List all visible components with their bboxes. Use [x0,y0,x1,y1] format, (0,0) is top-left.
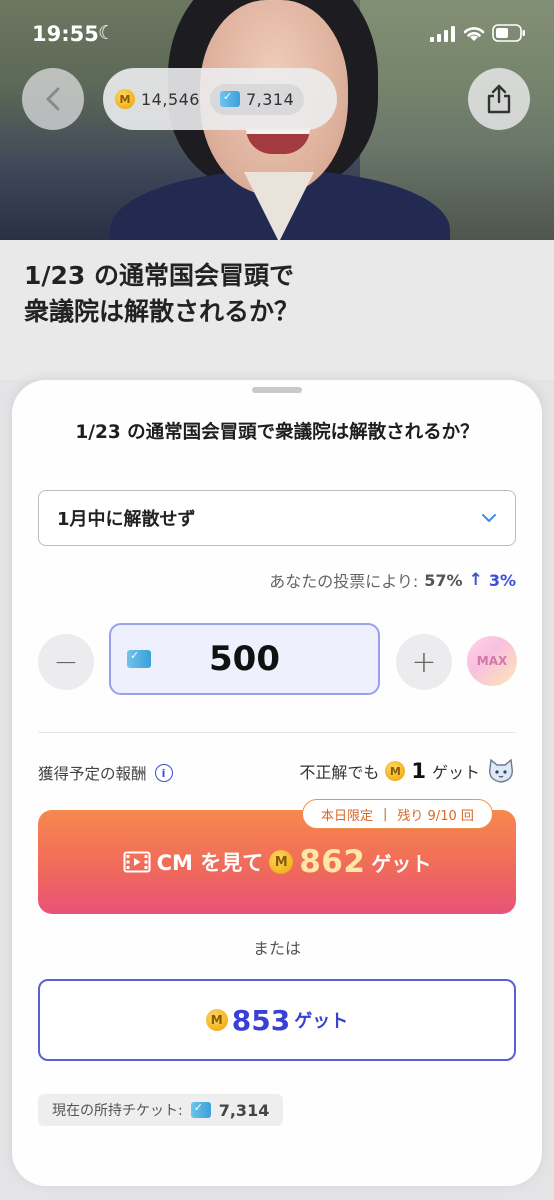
ticket-amount-input[interactable]: 500 [109,623,380,695]
cm-badge-separator: | [383,806,388,822]
reward-label: 獲得予定の報酬 i [38,762,173,784]
vote-effect-delta: 3% [488,570,516,590]
ticket-icon [127,649,151,668]
info-icon[interactable]: i [154,764,173,782]
cellular-signal-icon [430,26,455,42]
moon-icon: ☾ [98,22,116,44]
article-title: 1/23 の通常国会冒頭で 衆議院は解散されるか？ [24,258,524,330]
option-select[interactable]: 1月中に解散せず [38,490,516,546]
cat-mascot-icon [489,758,513,783]
consolation-prefix: 不正解でも [299,763,380,782]
divider [38,732,516,733]
vote-get-button[interactable]: M 853 ゲット [38,979,516,1061]
coin-balance: M 14,546 [115,89,200,109]
consolation-reward: 不正解でも M 1 ゲット [299,758,516,784]
chevron-down-icon [482,514,496,522]
decrement-button[interactable]: − [38,634,94,690]
ticket-balance: 7,314 [209,83,305,115]
arrow-up-icon: ↑ [468,570,483,590]
coin-icon: M [205,1009,228,1031]
status-bar: 19:55 ☾ [0,0,554,70]
page: 19:55 ☾ M 14,546 7,314 [0,0,554,1200]
vote-sheet: 1/23 の通常国会冒頭で衆議院は解散されるか？ 1月中に解散せず あなたの投票… [12,380,542,1186]
sheet-title: 1/23 の通常国会冒頭で衆議院は解散されるか？ [75,422,479,443]
ticket-chip-label: 現在の所持チケット: [52,1103,183,1119]
balance-pill: M 14,546 7,314 [103,68,337,130]
vote-effect-pct: 57% [424,570,463,590]
vote-get-suffix: ゲット [294,1011,349,1032]
coin-icon: M [115,89,135,109]
max-button[interactable]: MAX [467,636,517,686]
video-icon [123,851,151,873]
ticket-amount-value: 500 [209,639,280,679]
vote-effect: あなたの投票により: 57% ↑ 3% [269,568,516,592]
cm-button-amount: 862 [299,844,366,880]
battery-icon [492,24,525,42]
or-separator: または [252,939,301,958]
coin-icon: M [385,761,406,781]
cm-button-suffix: ゲット [371,851,432,876]
vote-effect-label: あなたの投票により: [269,572,419,591]
consolation-suffix: ゲット [431,763,480,782]
ticket-chip-value: 7,314 [218,1100,270,1120]
share-icon [487,84,511,114]
increment-button[interactable]: + [396,634,452,690]
cm-button-label: CM を見て [156,851,264,875]
current-ticket-chip: 現在の所持チケット: 7,314 [38,1094,284,1126]
coin-icon: M [269,850,294,874]
option-select-value: 1月中に解散せず [57,509,196,530]
ticket-icon [190,1101,211,1118]
back-button[interactable] [22,68,84,130]
coin-balance-value: 14,546 [141,89,200,109]
share-button[interactable] [468,68,530,130]
ticket-balance-value: 7,314 [245,89,295,109]
ticket-icon [219,90,240,107]
article-title-line1: 1/23 の通常国会冒頭で [24,261,295,290]
vote-get-amount: 853 [231,1003,291,1037]
wifi-icon [463,27,485,41]
reward-label-text: 獲得予定の報酬 [38,765,147,783]
sheet-drag-handle[interactable] [252,387,302,393]
cm-badge-remaining: 残り 9/10 回 [397,808,474,824]
chevron-left-icon [46,87,60,111]
status-time: 19:55 [32,22,99,46]
cm-badge-today: 本日限定 [321,808,374,824]
consolation-amount: 1 [411,759,426,783]
article-title-line2: 衆議院は解散されるか？ [24,297,300,326]
cm-limit-badge: 本日限定 | 残り 9/10 回 [302,799,493,829]
